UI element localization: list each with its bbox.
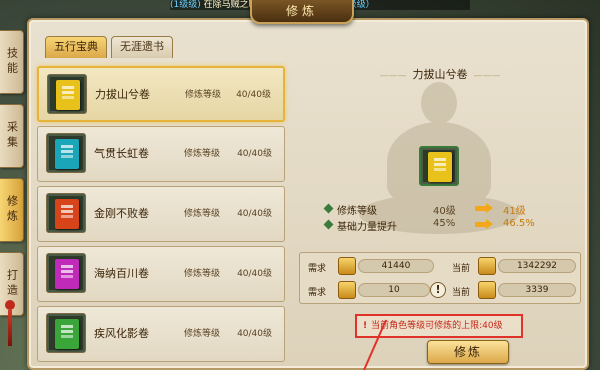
- arrow-right-icon: [475, 219, 493, 229]
- book-slot: [46, 193, 86, 233]
- need-value: 10: [358, 283, 430, 297]
- book-icon: [55, 139, 79, 169]
- book-level-label: 修炼等级: [185, 90, 222, 100]
- book-name: 力拔山兮卷: [95, 88, 150, 101]
- book-level-value: 40/40级: [237, 329, 272, 339]
- book-item[interactable]: 气贯长虹卷 修炼等级 40/40级: [37, 126, 285, 182]
- stat-current: 40级: [433, 206, 456, 217]
- book-name: 金刚不败卷: [94, 207, 149, 220]
- requirements-box: 需求 41440 当前 1342292 需求 10 ! 当前 3339: [299, 252, 581, 304]
- side-tab-label: 打造: [5, 269, 19, 299]
- book-level-label: 修炼等级: [184, 269, 221, 279]
- side-tab-label: 技能: [5, 47, 19, 77]
- need-label: 需求: [308, 288, 327, 298]
- detail-title: 力拔山兮卷: [299, 66, 581, 82]
- experience-scroll-icon: [478, 257, 496, 275]
- gold-ingot-icon: [338, 281, 356, 299]
- stat-row-level: 修炼等级 40级 41级: [323, 202, 575, 217]
- window-title: 修炼: [285, 4, 318, 18]
- bullet-icon: [323, 219, 334, 230]
- need-value: 41440: [358, 259, 434, 273]
- book-name: 海纳百川卷: [94, 267, 149, 280]
- book-list: 力拔山兮卷 修炼等级 40/40级 气贯长虹卷 修炼等级 40/40级 金刚不败…: [37, 66, 285, 366]
- side-tab-practice[interactable]: 修炼: [0, 178, 24, 242]
- practice-button[interactable]: 修炼: [427, 340, 509, 364]
- side-tab-gather[interactable]: 采集: [0, 104, 24, 168]
- tab-five-elements[interactable]: 五行宝典: [45, 36, 107, 58]
- selected-book-slot: [419, 146, 459, 186]
- book-level-value: 40/40级: [236, 90, 271, 100]
- book-level-value: 40/40级: [237, 269, 272, 279]
- marquee-prefix: (1级级): [170, 0, 201, 10]
- book-icon: [428, 152, 452, 182]
- warning-icon[interactable]: !: [430, 282, 446, 298]
- side-tab-label: 采集: [5, 121, 19, 151]
- book-name: 疾风化影卷: [94, 327, 149, 340]
- side-tab-bar: 技能 采集 修炼 打造: [0, 30, 26, 326]
- book-level-label: 修炼等级: [184, 149, 221, 159]
- have-value: 3339: [498, 283, 576, 297]
- tab-endless-scrolls[interactable]: 无涯遗书: [111, 36, 173, 58]
- book-slot: [46, 133, 86, 173]
- book-icon: [55, 319, 79, 349]
- gold-ingot-icon: [478, 281, 496, 299]
- practice-panel: 五行宝典 无涯遗书 力拔山兮卷 修炼等级 40/40级 气贯长虹卷 修炼等级 4…: [27, 18, 589, 370]
- have-value: 1342292: [498, 259, 576, 273]
- book-slot: [46, 253, 86, 293]
- level-cap-warning: ! 当前角色等级可修炼的上限:40级: [355, 314, 523, 338]
- stat-label: 基础力量提升: [337, 222, 397, 233]
- book-category-tabs: 五行宝典 无涯遗书: [45, 36, 173, 58]
- book-icon: [55, 259, 79, 289]
- side-tab-skill[interactable]: 技能: [0, 30, 24, 94]
- book-item[interactable]: 力拔山兮卷 修炼等级 40/40级: [37, 66, 285, 122]
- book-item[interactable]: 海纳百川卷 修炼等级 40/40级: [37, 246, 285, 302]
- tassel-ornament: [5, 300, 15, 350]
- book-level-value: 40/40级: [237, 209, 272, 219]
- book-item[interactable]: 疾风化影卷 修炼等级 40/40级: [37, 306, 285, 362]
- warning-mark: !: [363, 321, 368, 331]
- warning-text: 当前角色等级可修炼的上限:40级: [371, 321, 503, 331]
- bullet-icon: [323, 203, 334, 214]
- experience-scroll-icon: [338, 257, 356, 275]
- have-label: 当前: [452, 288, 471, 298]
- requirement-row-experience: 需求 41440 当前 1342292: [306, 257, 578, 277]
- stat-current: 45%: [433, 218, 456, 229]
- detail-title-text: 力拔山兮卷: [412, 68, 468, 81]
- book-slot: [46, 313, 86, 353]
- stat-next: 41级: [503, 206, 526, 217]
- book-item[interactable]: 金刚不败卷 修炼等级 40/40级: [37, 186, 285, 242]
- stat-row-strength: 基础力量提升 45% 46.5%: [323, 218, 575, 233]
- book-icon: [55, 199, 79, 229]
- arrow-right-icon: [475, 203, 493, 213]
- book-icon: [56, 80, 80, 110]
- need-label: 需求: [308, 264, 327, 274]
- side-tab-label: 修炼: [5, 195, 19, 225]
- requirement-row-gold: 需求 10 ! 当前 3339: [306, 281, 578, 301]
- book-level-label: 修炼等级: [184, 209, 221, 219]
- game-scene: (1级级) 在除马贼之时，偶发奇遇获得了一个级级） 技能 采集 修炼 打造 五行…: [0, 0, 600, 370]
- stat-label: 修炼等级: [337, 206, 377, 217]
- have-label: 当前: [452, 264, 471, 274]
- book-slot: [47, 74, 87, 114]
- stat-next: 46.5%: [503, 218, 535, 229]
- book-level-value: 40/40级: [237, 149, 272, 159]
- book-detail: 力拔山兮卷 修炼等级 40级 41级 基础力量提升 45% 46.5%: [299, 60, 581, 364]
- book-name: 气贯长虹卷: [94, 147, 149, 160]
- book-level-label: 修炼等级: [184, 329, 221, 339]
- window-title-banner: 修炼: [250, 0, 354, 24]
